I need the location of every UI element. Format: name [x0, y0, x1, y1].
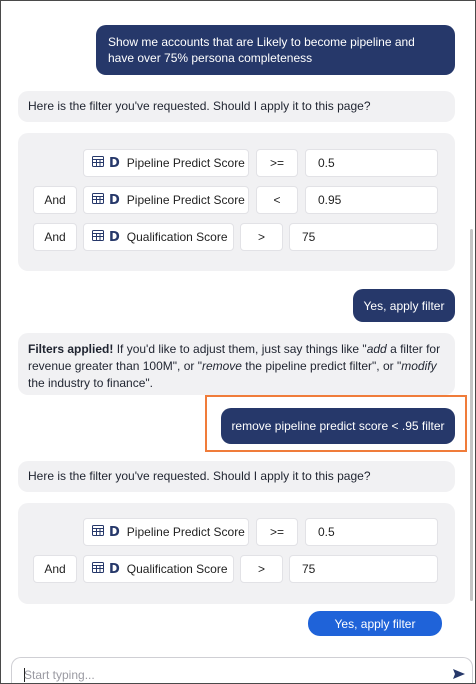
bot-message-bold: Filters applied!: [28, 342, 114, 356]
filter-field-label: Qualification Score: [126, 562, 228, 576]
table-icon: [92, 525, 104, 539]
filter-connector-chip[interactable]: And: [33, 186, 77, 214]
user-message-text: Show me accounts that are Likely to beco…: [108, 35, 415, 65]
user-message: Yes, apply filter: [353, 289, 455, 322]
filter-operator-chip[interactable]: <: [256, 186, 298, 214]
bot-message-text: If you'd like to adjust them, just say t…: [113, 342, 367, 356]
filter-field-label: Pipeline Predict Score: [126, 156, 245, 170]
filter-connector-label: And: [44, 193, 66, 207]
field-icons: D: [92, 193, 127, 207]
filter-value-text: 0.5: [318, 525, 335, 539]
filter-value-text: 75: [302, 562, 316, 576]
filter-field-label: Pipeline Predict Score: [126, 525, 245, 539]
d-logo-icon: D: [109, 561, 120, 577]
message-composer: [11, 657, 473, 683]
table-icon: [92, 156, 104, 170]
highlight-box: [205, 395, 467, 452]
filter-value-text: 0.95: [318, 193, 342, 207]
filter-value-text: 75: [302, 230, 316, 244]
filter-operator-label: >=: [269, 525, 284, 539]
bot-message-text: the industry to finance".: [28, 376, 153, 390]
d-logo-icon: D: [109, 192, 120, 208]
chat-input[interactable]: [24, 668, 424, 682]
filter-field-label: Qualification Score: [126, 230, 228, 244]
filter-operator-chip[interactable]: >: [240, 223, 283, 251]
d-logo-icon: D: [109, 524, 120, 540]
filter-connector-label: And: [44, 562, 66, 576]
scrollbar[interactable]: [470, 229, 473, 601]
filter-panel: D Pipeline Predict Score >= 0.5 And D Pi…: [18, 133, 455, 271]
filter-field-chip[interactable]: D Qualification Score: [83, 223, 234, 251]
apply-filter-button[interactable]: Yes, apply filter: [308, 611, 442, 636]
filter-connector-chip[interactable]: And: [33, 555, 77, 583]
filter-value-input[interactable]: 75: [289, 223, 438, 251]
filter-field-label: Pipeline Predict Score: [126, 193, 245, 207]
table-icon: [92, 230, 104, 244]
filter-value-input[interactable]: 0.95: [305, 186, 438, 214]
user-message-text: Yes, apply filter: [363, 298, 445, 313]
bot-message: Here is the filter you've requested. Sho…: [18, 461, 455, 492]
bot-message-italic: remove: [201, 359, 242, 373]
filter-connector-chip[interactable]: And: [33, 223, 77, 251]
chat-window: Show me accounts that are Likely to beco…: [0, 0, 476, 684]
filter-operator-label: >: [257, 562, 265, 576]
bot-message-italic: add: [366, 342, 387, 356]
filter-value-input[interactable]: 0.5: [305, 149, 438, 177]
bot-message-italic: modify: [401, 359, 437, 373]
filter-operator-chip[interactable]: >=: [256, 518, 298, 546]
bot-message-text: the pipeline predict filter", or ": [241, 359, 402, 373]
bot-message-text: Here is the filter you've requested. Sho…: [28, 99, 371, 113]
filter-operator-label: <: [273, 193, 281, 207]
filter-connector-label: And: [44, 230, 66, 244]
field-icons: D: [92, 156, 127, 170]
table-icon: [92, 193, 104, 207]
bot-message: Filters applied! If you'd like to adjust…: [18, 333, 455, 395]
filter-field-chip[interactable]: D Pipeline Predict Score: [83, 186, 249, 214]
table-icon: [92, 562, 104, 576]
filter-value-input[interactable]: 0.5: [305, 518, 438, 546]
apply-filter-button-label: Yes, apply filter: [334, 616, 416, 631]
field-icons: D: [92, 525, 127, 539]
field-icons: D: [92, 230, 127, 244]
filter-operator-label: >=: [269, 156, 284, 170]
field-icons: D: [92, 562, 127, 576]
user-message: Show me accounts that are Likely to beco…: [96, 25, 455, 75]
send-icon[interactable]: [452, 668, 466, 683]
d-logo-icon: D: [109, 155, 120, 171]
filter-operator-chip[interactable]: >=: [256, 149, 298, 177]
filter-operator-label: >: [257, 230, 265, 244]
filter-value-text: 0.5: [318, 156, 335, 170]
bot-message-text: Here is the filter you've requested. Sho…: [28, 469, 371, 483]
filter-value-input[interactable]: 75: [289, 555, 438, 583]
filter-field-chip[interactable]: D Pipeline Predict Score: [83, 149, 249, 177]
filter-operator-chip[interactable]: >: [240, 555, 283, 583]
filter-panel: D Pipeline Predict Score >= 0.5 And D Qu…: [18, 503, 455, 604]
d-logo-icon: D: [109, 229, 120, 245]
bot-message: Here is the filter you've requested. Sho…: [18, 91, 455, 122]
filter-field-chip[interactable]: D Qualification Score: [83, 555, 234, 583]
filter-field-chip[interactable]: D Pipeline Predict Score: [83, 518, 249, 546]
